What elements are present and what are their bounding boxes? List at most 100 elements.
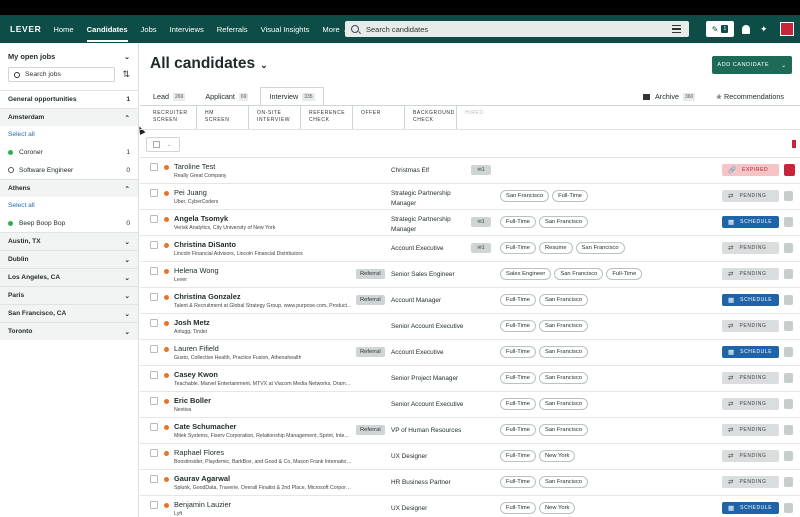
tag[interactable]: San Francisco bbox=[538, 216, 589, 228]
stage-offer[interactable]: OFFER bbox=[353, 106, 405, 129]
stage-hm-screen[interactable]: HM SCREEN bbox=[197, 106, 249, 129]
tag[interactable]: Full-Time bbox=[500, 398, 536, 410]
table-row[interactable]: Pei Juang Uber, CyberCoders Strategic Part… bbox=[140, 184, 800, 210]
candidate-name[interactable]: Raphael Flores bbox=[174, 448, 224, 457]
tag[interactable]: Full-Time bbox=[500, 450, 536, 462]
sidebar-group-los-angeles[interactable]: Los Angeles, CA ⌄ bbox=[0, 268, 138, 286]
row-checkbox[interactable] bbox=[150, 371, 158, 379]
nav-candidates[interactable]: Candidates bbox=[86, 19, 128, 42]
row-checkbox[interactable] bbox=[150, 267, 158, 275]
lever-logo[interactable]: LEVER bbox=[10, 24, 41, 34]
schedule-status-button[interactable]: ▦ SCHEDULE bbox=[722, 216, 779, 228]
tab-applicant[interactable]: Applicant 69 bbox=[197, 87, 256, 106]
candidate-name[interactable]: Christina Gonzalez bbox=[174, 292, 241, 301]
row-checkbox[interactable] bbox=[150, 293, 158, 301]
person-icon[interactable] bbox=[784, 347, 793, 357]
sidebar-group-general[interactable]: General opportunities 1 bbox=[0, 90, 138, 108]
search-input[interactable]: Search candidates bbox=[345, 21, 689, 37]
candidate-name[interactable]: Gaurav Agarwal bbox=[174, 474, 230, 483]
table-row[interactable]: Angela Tsomyk Verisk Analytics, City Univ… bbox=[140, 210, 800, 236]
expired-status-button[interactable]: 🔗 EXPIRED bbox=[722, 164, 779, 176]
sidebar-group-austin[interactable]: Austin, TX ⌄ bbox=[0, 232, 138, 250]
nav-jobs[interactable]: Jobs bbox=[141, 19, 157, 40]
table-row[interactable]: Eric Boller Nextiva Senior Account Executi… bbox=[140, 392, 800, 418]
nav-referrals[interactable]: Referrals bbox=[217, 19, 248, 40]
sidebar-job-beep-boop-bop[interactable]: Beep Boop Bop 0 bbox=[0, 214, 138, 232]
person-icon[interactable] bbox=[784, 399, 793, 409]
tag[interactable]: Full-Time bbox=[500, 294, 536, 306]
row-checkbox[interactable] bbox=[150, 215, 158, 223]
tag[interactable]: San Francisco bbox=[538, 398, 589, 410]
schedule-status-button[interactable]: ▦ SCHEDULE bbox=[722, 346, 779, 358]
message-badge[interactable]: ✉ 1 bbox=[471, 217, 491, 227]
row-checkbox[interactable] bbox=[150, 319, 158, 327]
chevron-down-icon[interactable]: ⌄ bbox=[124, 53, 130, 61]
archive-tab[interactable]: Archive 360 bbox=[643, 92, 696, 101]
candidate-name[interactable]: Christina DiSanto bbox=[174, 240, 236, 249]
tag[interactable]: Full-Time bbox=[500, 502, 536, 514]
candidate-name[interactable]: Pei Juang bbox=[174, 188, 207, 197]
message-badge[interactable]: ✉ 1 bbox=[471, 243, 491, 253]
candidate-name[interactable]: Josh Metz bbox=[174, 318, 210, 327]
pending-status-button[interactable]: ⇄ PENDING bbox=[722, 424, 779, 436]
tag[interactable]: San Francisco bbox=[575, 242, 625, 254]
sort-icon[interactable]: ⇅ bbox=[122, 69, 130, 80]
candidate-name[interactable]: Eric Boller bbox=[174, 396, 211, 405]
tag[interactable]: San Francisco bbox=[538, 346, 589, 358]
schedule-status-button[interactable]: ▦ SCHEDULE bbox=[722, 502, 779, 514]
table-row[interactable]: Taroline Test Really Great Company Christm… bbox=[140, 158, 800, 184]
tag[interactable]: Full-Time bbox=[500, 424, 536, 436]
filter-icon[interactable] bbox=[672, 25, 681, 33]
tag[interactable]: Full-Time bbox=[500, 372, 536, 384]
sidebar-job-coroner[interactable]: Coroner 1 bbox=[0, 143, 138, 161]
tag[interactable]: Full-Time bbox=[552, 190, 589, 202]
candidate-name[interactable]: Cate Schumacher bbox=[174, 422, 236, 431]
tag[interactable]: San Francisco bbox=[538, 294, 589, 306]
sidebar-group-dublin[interactable]: Dublin ⌄ bbox=[0, 250, 138, 268]
row-checkbox[interactable] bbox=[150, 397, 158, 405]
add-candidate-button[interactable]: ADD CANDIDATE ⌄ bbox=[712, 56, 792, 74]
search-jobs-input[interactable]: Search jobs bbox=[8, 67, 116, 82]
candidate-name[interactable]: Helena Wong bbox=[174, 266, 219, 275]
table-row[interactable]: Gaurav Agarwal Splunk, GoodData, Traverie… bbox=[140, 470, 800, 496]
table-row[interactable]: Benjamin Lauzier Lyft UX Designer Full-Time… bbox=[140, 496, 800, 517]
table-row[interactable]: Christina Gonzalez Talent & Recruitment a… bbox=[140, 288, 800, 314]
person-icon[interactable] bbox=[784, 243, 793, 253]
candidate-name[interactable]: Lauren Fifield bbox=[174, 344, 219, 353]
tag[interactable]: San Francisco bbox=[538, 424, 589, 436]
candidate-name[interactable]: Casey Kwon bbox=[174, 370, 218, 379]
sidebar-group-paris[interactable]: Paris ⌄ bbox=[0, 286, 138, 304]
stage-recruiter-screen[interactable]: RECRUITER SCREEN bbox=[145, 106, 197, 129]
sidebar-group-san-francisco[interactable]: San Francisco, CA ⌄ bbox=[0, 304, 138, 322]
person-icon[interactable] bbox=[784, 217, 793, 227]
table-row[interactable]: Josh Metz Airlugg, Tinder Senior Account E… bbox=[140, 314, 800, 340]
tag[interactable]: New York bbox=[538, 450, 576, 462]
tag[interactable]: Full-Time bbox=[500, 346, 536, 358]
nav-visual-insights[interactable]: Visual Insights bbox=[261, 19, 310, 40]
bell-icon[interactable] bbox=[742, 24, 750, 34]
sidebar-group-athens[interactable]: Athens ⌃ bbox=[0, 179, 138, 197]
pending-status-button[interactable]: ⇄ PENDING bbox=[722, 190, 779, 202]
person-icon[interactable] bbox=[784, 451, 793, 461]
candidate-name[interactable]: Angela Tsomyk bbox=[174, 214, 228, 223]
tag[interactable]: Full-Time bbox=[500, 242, 536, 254]
table-row[interactable]: Helena Wong Lever Referral Senior Sales Eng… bbox=[140, 262, 800, 288]
candidate-name[interactable]: Benjamin Lauzier bbox=[174, 500, 231, 509]
table-row[interactable]: Lauren Fifield Gusto, Collective Health, … bbox=[140, 340, 800, 366]
pending-status-button[interactable]: ⇄ PENDING bbox=[722, 320, 779, 332]
candidate-name[interactable]: Taroline Test bbox=[174, 162, 215, 171]
tag[interactable]: Full-Time bbox=[500, 216, 536, 228]
person-icon[interactable] bbox=[784, 425, 793, 435]
select-all-link[interactable]: Select all bbox=[0, 197, 138, 214]
sidebar-job-software-engineer[interactable]: Software Engineer 0 bbox=[0, 161, 138, 179]
sidebar-group-toronto[interactable]: Toronto ⌄ bbox=[0, 322, 138, 340]
page-title[interactable]: All candidates ⌄ bbox=[150, 55, 268, 73]
row-checkbox[interactable] bbox=[150, 345, 158, 353]
pending-status-button[interactable]: ⇄ PENDING bbox=[722, 398, 779, 410]
pending-status-button[interactable]: ⇄ PENDING bbox=[722, 372, 779, 384]
stage-on-site-interview[interactable]: ON-SITE INTERVIEW bbox=[249, 106, 301, 129]
person-icon[interactable] bbox=[784, 373, 793, 383]
nav-interviews[interactable]: Interviews bbox=[170, 19, 204, 40]
pending-status-button[interactable]: ⇄ PENDING bbox=[722, 476, 779, 488]
row-checkbox[interactable] bbox=[150, 475, 158, 483]
